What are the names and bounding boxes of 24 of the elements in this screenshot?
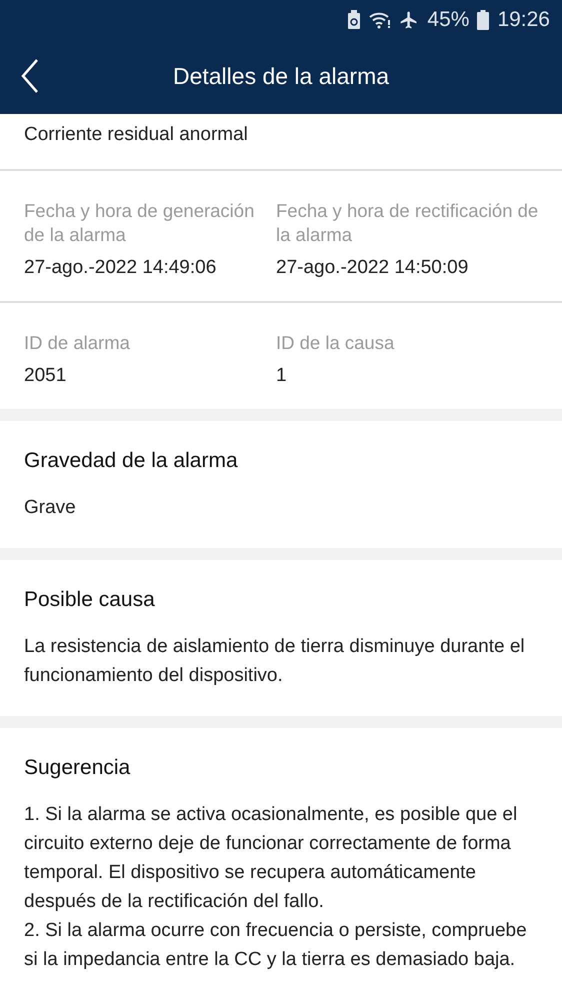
section-title: Posible causa [24, 588, 156, 612]
airplane-icon [399, 10, 420, 30]
section-text: 2. Si la alarma ocurre con frecuencia o persiste, compruebe si la impedancia entre la CC y la tierra es demasiado baja. [24, 919, 528, 972]
section-text: 1. Si la alarma se activa ocasionalmente, es posible que el circuito externo deje de funcionar correctamente de forma temporal. El dispositivo se recupera automáticamente después de la rectificación del fallo. [24, 803, 518, 914]
clock-time: 19:26 [497, 8, 550, 32]
page-title: Detalles de la alarma [172, 63, 390, 90]
field-label: Fecha y hora de rectificación de la alarma [276, 199, 540, 247]
section-text: La resistencia de aislamiento de tierra disminuye durante el funcionamiento del dispositivo. [24, 635, 526, 688]
battery-icon [477, 10, 490, 30]
field-label: ID de alarma [24, 331, 131, 355]
alarm-name: Corriente residual anormal [24, 124, 248, 145]
field-value: 27-ago.-2022 14:50:09 [276, 257, 470, 279]
section-title: Gravedad de la alarma [24, 449, 239, 473]
storage-icon [347, 10, 362, 30]
field-value: 1 [276, 365, 288, 387]
field-label: ID de la causa [276, 331, 396, 355]
field-value: 2051 [24, 365, 68, 387]
field-value: 27-ago.-2022 14:49:06 [24, 257, 218, 279]
battery-percent: 45% [427, 8, 470, 32]
wifi-icon [369, 10, 392, 29]
section-text: Grave [24, 496, 77, 520]
field-label: Fecha y hora de generación de la alarma [24, 199, 256, 247]
section-title: Sugerencia [24, 756, 132, 780]
back-chevron-icon [20, 58, 40, 94]
